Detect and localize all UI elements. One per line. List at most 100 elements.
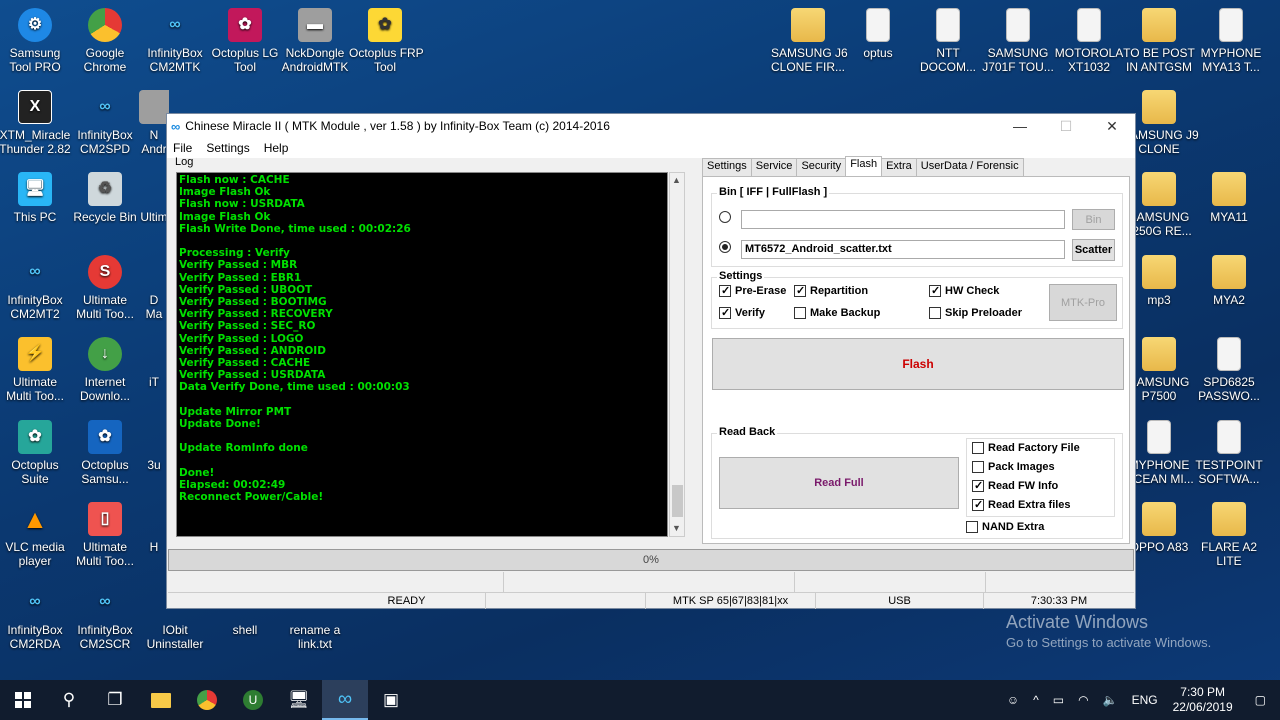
pre-erase-checkbox[interactable]: Pre-Erase	[719, 285, 786, 297]
minimize-button[interactable]: —	[997, 118, 1043, 135]
taskbar-app-monitor[interactable]: 🖥	[276, 680, 322, 720]
battery-icon[interactable]: ▭	[1046, 693, 1071, 707]
desktop-icon[interactable]: D Ma	[139, 255, 169, 321]
desktop-icon[interactable]: NTT DOCOM...	[912, 8, 984, 74]
menu-settings[interactable]: Settings	[206, 141, 249, 155]
wifi-icon[interactable]: ◠	[1071, 693, 1095, 707]
desktop-icon[interactable]: TESTPOINT SOFTWA...	[1192, 420, 1266, 486]
nand-extra-checkbox[interactable]: NAND Extra	[966, 521, 1044, 533]
tab-service[interactable]: Service	[750, 158, 798, 176]
desktop-icon[interactable]: ∞ InfinityBox CM2MTK	[139, 8, 211, 75]
pack-images-checkbox[interactable]: Pack Images	[972, 461, 1055, 473]
taskbar-infinity[interactable]: ∞	[322, 680, 368, 720]
clock[interactable]: 7:30 PM 22/06/2019	[1165, 685, 1241, 715]
desktop-icon[interactable]: optus	[842, 8, 914, 60]
umt-tool-icon: ⚡	[18, 337, 52, 371]
desktop-icon[interactable]: ∞ InfinityBox CM2SCR	[69, 585, 141, 652]
chevron-up-icon[interactable]: ^	[1026, 693, 1046, 707]
flash-button[interactable]: Flash	[712, 338, 1124, 390]
maximize-button[interactable]: ☐	[1043, 118, 1089, 135]
taskbar-app-tool[interactable]: ▣	[368, 680, 414, 720]
menu-file[interactable]: File	[173, 141, 192, 155]
desktop-icon[interactable]: MYPHONE MYA13 T...	[1192, 8, 1270, 74]
desktop-icon[interactable]: ♻ Recycle Bin	[69, 172, 141, 224]
people-icon[interactable]: ☺	[1000, 693, 1026, 707]
desktop-icon[interactable]: ▬ NckDongle AndroidMTK	[279, 8, 351, 74]
desktop-icon[interactable]: ⚙ Samsung Tool PRO	[0, 8, 71, 74]
start-button[interactable]	[0, 680, 46, 720]
desktop-icon[interactable]: MOTOROLA XT1032	[1052, 8, 1126, 74]
title-bar[interactable]: ∞ Chinese Miracle II ( MTK Module , ver …	[167, 114, 1135, 138]
desktop-icon[interactable]: H	[139, 502, 169, 554]
tab-security[interactable]: Security	[796, 158, 847, 176]
verify-checkbox[interactable]: Verify	[719, 307, 765, 319]
scroll-up-icon[interactable]: ▲	[672, 175, 681, 185]
desktop-icon[interactable]: MYA11	[1192, 172, 1266, 224]
hw-check-checkbox[interactable]: HW Check	[929, 285, 999, 297]
desktop-icon[interactable]: ∞ InfinityBox CM2MT2	[0, 255, 71, 322]
menu-help[interactable]: Help	[264, 141, 289, 155]
scroll-down-icon[interactable]: ▼	[672, 523, 681, 533]
desktop-icon[interactable]: SAMSUNG J701F TOU...	[982, 8, 1054, 74]
bin-button[interactable]: Bin	[1072, 209, 1115, 230]
read-extra-files-checkbox[interactable]: Read Extra files	[972, 499, 1071, 511]
infinity-icon: ∞	[337, 687, 353, 710]
make-backup-checkbox[interactable]: Make Backup	[794, 307, 880, 319]
read-full-button[interactable]: Read Full	[719, 457, 959, 509]
read-factory-file-checkbox[interactable]: Read Factory File	[972, 442, 1080, 454]
desktop-icon[interactable]: ✿ Octoplus Samsu...	[69, 420, 141, 486]
repartition-checkbox[interactable]: Repartition	[794, 285, 868, 297]
desktop-icon[interactable]: SAMSUNG J6 CLONE FIR...	[771, 8, 848, 74]
desktop-icon[interactable]: iT	[139, 337, 169, 389]
taskbar-app-u[interactable]: U	[230, 680, 276, 720]
log-output[interactable]: Flash now : CACHE Image Flash Ok Flash n…	[176, 172, 668, 537]
desktop-icon[interactable]: SPD6825 PASSWO...	[1192, 337, 1266, 403]
desktop-icon[interactable]: ▲ VLC media player	[0, 502, 71, 568]
scatter-radio[interactable]	[719, 241, 731, 253]
read-fw-info-checkbox[interactable]: Read FW Info	[972, 480, 1058, 492]
desktop-icon[interactable]: ✿ Octoplus Suite	[0, 420, 71, 486]
close-button[interactable]: ✕	[1089, 118, 1135, 135]
volume-icon[interactable]: 🔈	[1096, 693, 1125, 707]
search-button[interactable]: ⚲	[46, 680, 92, 720]
bin-radio[interactable]	[719, 211, 731, 223]
desktop-icon[interactable]: X XTM_Miracle Thunder 2.82	[0, 90, 71, 156]
language-indicator[interactable]: ENG	[1125, 693, 1165, 707]
checkbox-box	[929, 285, 941, 297]
desktop-icon[interactable]: 🖥 This PC	[0, 172, 71, 224]
task-view-button[interactable]: ❐	[92, 680, 138, 720]
taskbar-explorer[interactable]	[138, 680, 184, 720]
mtk-pro-button[interactable]: MTK-Pro	[1049, 284, 1117, 321]
desktop-icon[interactable]: 3u	[139, 420, 169, 472]
scroll-thumb[interactable]	[672, 485, 683, 517]
taskbar-chrome[interactable]	[184, 680, 230, 720]
desktop-icon[interactable]: ↓ Internet Downlo...	[69, 337, 141, 403]
tab-flash[interactable]: Flash	[845, 156, 883, 176]
window-title: Chinese Miracle II ( MTK Module , ver 1.…	[185, 119, 610, 133]
desktop-icon[interactable]: ✿ Octoplus FRP Tool	[349, 8, 424, 74]
scatter-button[interactable]: Scatter	[1072, 239, 1115, 261]
scatter-path-field[interactable]: MT6572_Android_scatter.txt	[741, 240, 1065, 259]
desktop-icon[interactable]: ✿ Octoplus LG Tool	[209, 8, 281, 74]
desktop-icon[interactable]: ⚡ Ultimate Multi Too...	[0, 337, 71, 403]
tab-settings[interactable]: Settings	[702, 158, 752, 176]
app-icon	[139, 420, 169, 454]
bin-path-field[interactable]	[741, 210, 1065, 229]
desktop-icon[interactable]: Ultim	[139, 172, 169, 224]
desktop-icon[interactable]: N Andr	[139, 90, 169, 156]
desktop-icon[interactable]: ∞ InfinityBox CM2RDA	[0, 585, 71, 652]
tab-extra[interactable]: Extra	[881, 158, 917, 176]
notification-icon[interactable]: ▢	[1241, 693, 1280, 707]
desktop-icon[interactable]: MYA2	[1192, 255, 1266, 307]
infinity-logo-icon: ∞	[171, 118, 181, 134]
desktop-icon[interactable]: ∞ InfinityBox CM2SPD	[69, 90, 141, 157]
desktop-icon[interactable]: S Ultimate Multi Too...	[69, 255, 141, 321]
desktop-icon[interactable]: Google Chrome	[69, 8, 141, 74]
desktop-icon[interactable]: FLARE A2 LITE	[1192, 502, 1266, 568]
skip-preloader-checkbox[interactable]: Skip Preloader	[929, 307, 1022, 319]
tab-userdata-forensic[interactable]: UserData / Forensic	[915, 158, 1024, 176]
document-icon	[1219, 8, 1243, 42]
desktop-icon[interactable]: TO BE POST IN ANTGSM	[1122, 8, 1196, 74]
log-scrollbar[interactable]: ▲ ▼	[669, 172, 685, 537]
desktop-icon[interactable]: ▯ Ultimate Multi Too...	[69, 502, 141, 568]
